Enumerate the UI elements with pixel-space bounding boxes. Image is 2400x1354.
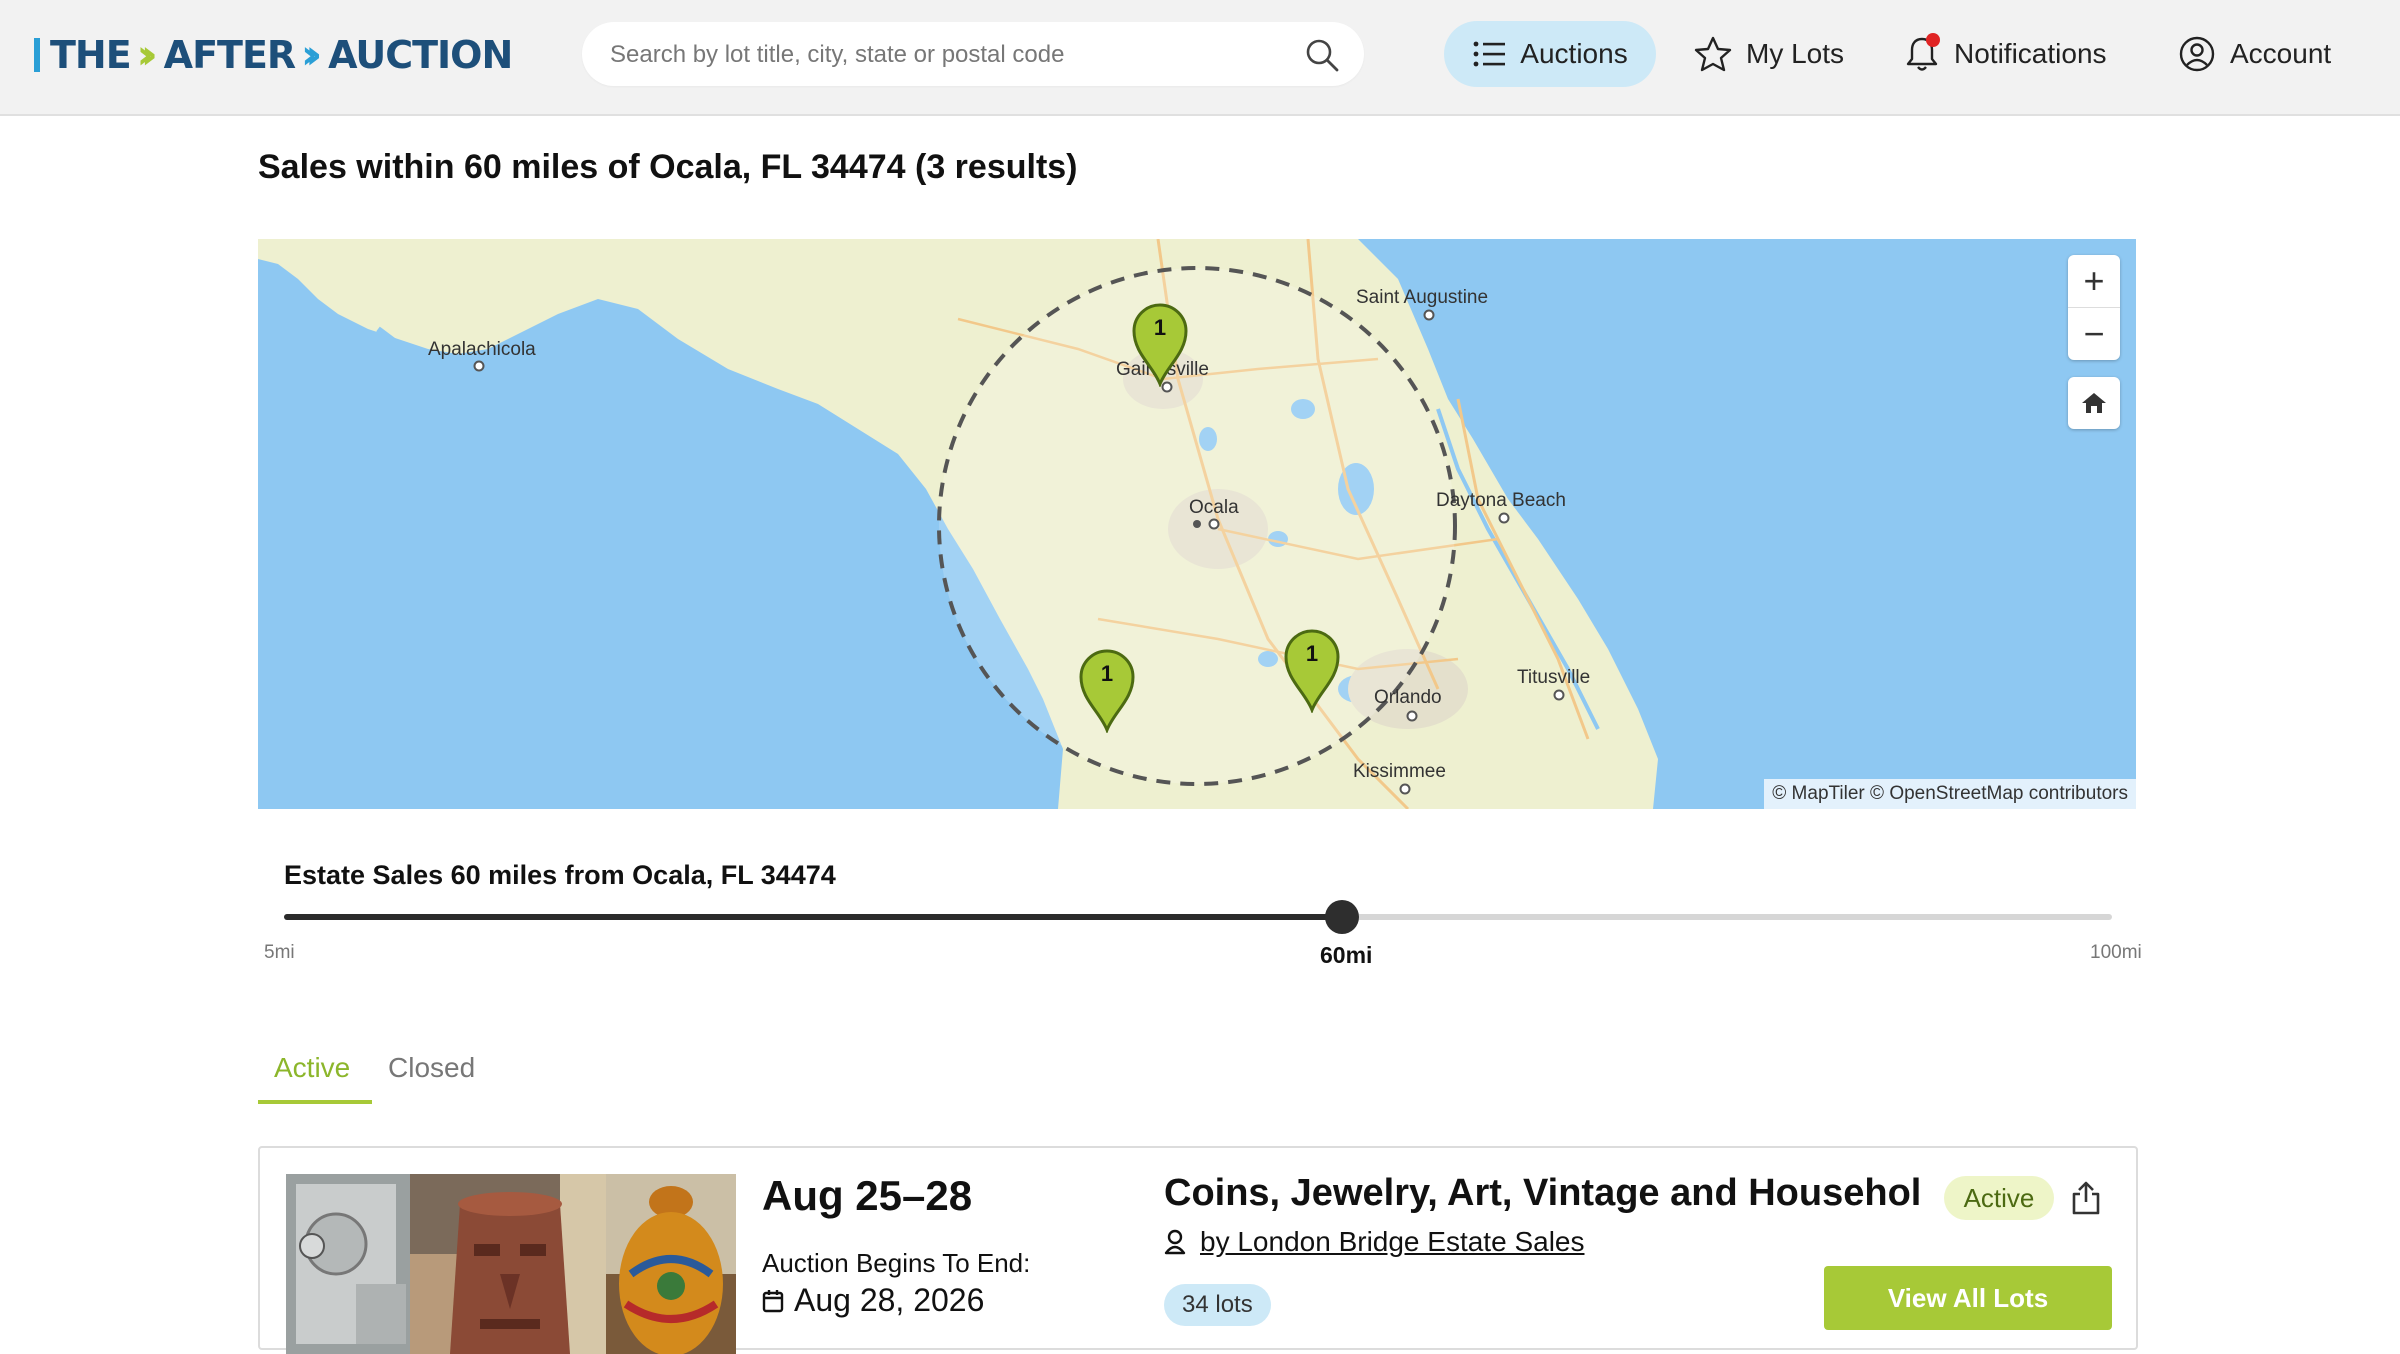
home-icon (2082, 393, 2106, 413)
map-home-control (2068, 377, 2120, 429)
distance-slider-fill (284, 914, 1342, 920)
lots-count-badge: 34 lots (1164, 1284, 1271, 1326)
tab-active[interactable]: Active (274, 1052, 350, 1084)
map-city-label: Kissimmee (1353, 761, 1446, 782)
map-city-label: Apalachicola (428, 339, 536, 360)
map-marker[interactable]: 1 (1283, 627, 1341, 715)
nav-auctions-label: Auctions (1520, 38, 1628, 69)
tiki-mug-photo (410, 1174, 606, 1354)
map-city-label: Titusville (1517, 667, 1591, 688)
zoom-in-button[interactable]: + (2068, 255, 2120, 307)
search-input[interactable] (608, 22, 1272, 88)
map-pin-icon (1132, 303, 1188, 389)
top-navigation-bar: THE ›› AFTER ›› AUCTION Auctions My Lots… (0, 0, 2400, 116)
list-icon (1473, 41, 1506, 67)
star-icon (1694, 36, 1732, 72)
nav-auctions-button[interactable]: Auctions (1444, 21, 1656, 87)
sale-card: Aug 25–28 Auction Begins To End: Aug 28,… (258, 1146, 2138, 1354)
distance-title: Estate Sales 60 miles from Ocala, FL 344… (284, 860, 836, 890)
seller-link[interactable]: by London Bridge Estate Sales (1200, 1226, 1584, 1258)
status-badge: Active (1944, 1176, 2054, 1220)
map-marker[interactable]: 1 (1078, 647, 1136, 735)
logo-bar-icon (34, 38, 40, 72)
sale-title[interactable]: Coins, Jewelry, Art, Vintage and Househo… (1164, 1172, 1920, 1215)
sales-map[interactable]: Saint Augustine Apalachicola Gainesville… (258, 239, 2136, 809)
share-icon[interactable] (2068, 1180, 2104, 1216)
notification-dot (1926, 33, 1940, 47)
tab-active-underline (258, 1100, 372, 1104)
user-circle-icon (2179, 36, 2215, 72)
distance-max-label: 100mi (2090, 942, 2142, 963)
map-pin-icon (1079, 649, 1135, 735)
nav-account-label: Account (2230, 38, 2332, 69)
calendar-icon (762, 1289, 784, 1312)
coins-photo (286, 1174, 410, 1354)
ginger-jar-photo (606, 1174, 736, 1354)
nav-notifications-button[interactable]: Notifications (1904, 21, 2107, 87)
map-marker-count: 1 (1100, 661, 1114, 686)
map-city-label: Ocala (1189, 497, 1239, 518)
distance-value-label: 60mi (1320, 942, 1373, 968)
map-pin-icon (1284, 629, 1340, 715)
nav-my-lots-button[interactable]: My Lots (1694, 21, 1844, 87)
view-all-lots-button[interactable]: View All Lots (1824, 1266, 2112, 1330)
map-zoom-controls: + − (2068, 255, 2120, 360)
distance-slider[interactable] (284, 900, 2112, 934)
logo-word-auction: AUCTION (328, 33, 513, 77)
sale-thumbnails[interactable] (286, 1174, 736, 1354)
map-city-label: Daytona Beach (1436, 490, 1566, 511)
sale-end-date-text: Aug 28, 2026 (794, 1282, 985, 1318)
tab-closed[interactable]: Closed (388, 1052, 475, 1084)
site-logo[interactable]: THE ›› AFTER ›› AUCTION (34, 30, 513, 80)
seller-line: by London Bridge Estate Sales (1164, 1226, 1584, 1258)
nav-account-button[interactable]: Account (2178, 21, 2331, 87)
search-icon[interactable] (1304, 37, 1340, 73)
map-marker-count: 1 (1153, 315, 1167, 340)
home-button[interactable] (2068, 377, 2120, 429)
distance-min-label: 5mi (264, 942, 295, 963)
map-marker-count: 1 (1305, 641, 1319, 666)
map-city-label: Orlando (1374, 687, 1442, 708)
logo-chevron-icon: ›› (301, 32, 322, 78)
user-icon (1164, 1229, 1186, 1255)
sale-date-range: Aug 25–28 (762, 1172, 973, 1219)
distance-slider-thumb[interactable] (1325, 900, 1359, 934)
search-box (582, 22, 1364, 88)
sale-ends-label: Auction Begins To End: (762, 1248, 1031, 1278)
nav-my-lots-label: My Lots (1746, 38, 1845, 69)
logo-chevron-icon: ›› (136, 32, 158, 78)
map-attribution[interactable]: © MapTiler © OpenStreetMap contributors (1764, 779, 2136, 809)
nav-notifications-label: Notifications (1954, 38, 2107, 69)
page-title: Sales within 60 miles of Ocala, FL 34474… (258, 148, 1078, 186)
logo-word-the: THE (50, 33, 132, 77)
map-basemap (258, 239, 2136, 809)
zoom-out-button[interactable]: − (2068, 307, 2120, 360)
map-city-label: Saint Augustine (1356, 287, 1489, 308)
sale-end-date: Aug 28, 2026 (762, 1282, 984, 1319)
map-marker[interactable]: 1 (1131, 301, 1189, 389)
logo-word-after: AFTER (163, 33, 297, 77)
